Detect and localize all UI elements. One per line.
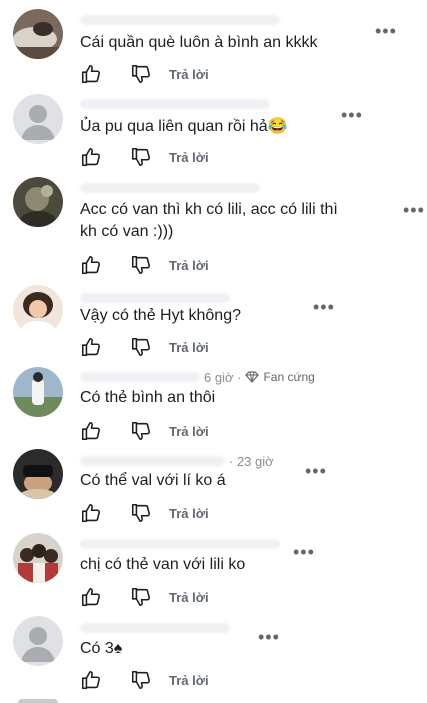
reply-button[interactable]: Trả lời (169, 67, 209, 82)
comment-meta (80, 290, 230, 306)
comment-text: Có thể val với lí ko á (80, 472, 226, 489)
avatar[interactable] (13, 9, 63, 59)
reply-button[interactable]: Trả lời (169, 590, 209, 605)
comment-actions: Trả lời (80, 669, 209, 691)
comment-meta (80, 536, 280, 552)
comment-actions: Trả lời (80, 502, 209, 524)
fan-badge: Fan cứng (245, 370, 315, 384)
more-options-icon[interactable]: ••• (258, 628, 280, 646)
avatar[interactable] (13, 94, 63, 144)
avatar[interactable] (13, 177, 63, 227)
next-comment-edge (18, 699, 58, 703)
comment-text: Có 3♠ (80, 640, 123, 657)
comment-text: Acc có van thì kh có lili, acc có lili t… (80, 201, 338, 240)
comment-actions: Trả lời (80, 254, 209, 276)
comment-text: Vậy có thẻ Hyt không? (80, 307, 241, 324)
more-options-icon[interactable]: ••• (293, 543, 315, 561)
thumbs-up-icon[interactable] (80, 669, 102, 691)
comment-actions: Trả lời (80, 336, 209, 358)
comment-meta (80, 96, 270, 112)
comment-text: chị có thẻ van với lili ko (80, 556, 246, 573)
more-options-icon[interactable]: ••• (375, 22, 397, 40)
comment-meta (80, 12, 280, 28)
thumbs-down-icon[interactable] (130, 669, 152, 691)
avatar[interactable] (13, 285, 63, 335)
thumbs-down-icon[interactable] (130, 254, 152, 276)
comment-meta: 6 giờ · Fan cứng (80, 369, 315, 385)
more-options-icon[interactable]: ••• (305, 462, 327, 480)
avatar[interactable] (13, 616, 63, 666)
more-options-icon[interactable]: ••• (403, 201, 425, 219)
thumbs-up-icon[interactable] (80, 254, 102, 276)
reply-button[interactable]: Trả lời (169, 258, 209, 273)
thumbs-up-icon[interactable] (80, 586, 102, 608)
thumbs-up-icon[interactable] (80, 420, 102, 442)
avatar[interactable] (13, 449, 63, 499)
badge-label: Fan cứng (263, 370, 315, 384)
thumbs-down-icon[interactable] (130, 420, 152, 442)
more-options-icon[interactable]: ••• (313, 298, 335, 316)
comment-text: Có thẻ bình an thôi (80, 389, 216, 406)
comment-actions: Trả lời (80, 146, 209, 168)
thumbs-down-icon[interactable] (130, 146, 152, 168)
timestamp[interactable]: 6 giờ · (204, 370, 241, 385)
avatar[interactable] (13, 367, 63, 417)
reply-button[interactable]: Trả lời (169, 506, 209, 521)
timestamp[interactable]: · 23 giờ (229, 454, 274, 469)
more-options-icon[interactable]: ••• (341, 106, 363, 124)
reply-button[interactable]: Trả lời (169, 340, 209, 355)
thumbs-up-icon[interactable] (80, 63, 102, 85)
reply-button[interactable]: Trả lời (169, 424, 209, 439)
thumbs-up-icon[interactable] (80, 146, 102, 168)
diamond-icon (245, 371, 260, 383)
comment-text: Ủa pu qua liên quan rồi hả😂 (80, 118, 288, 135)
comment-actions: Trả lời (80, 63, 209, 85)
comment-meta (80, 180, 260, 196)
comment-meta: · 23 giờ (80, 453, 274, 469)
reply-button[interactable]: Trả lời (169, 673, 209, 688)
thumbs-down-icon[interactable] (130, 502, 152, 524)
comment-text: Cái quần què luôn à bình an kkkk (80, 34, 318, 51)
thumbs-down-icon[interactable] (130, 63, 152, 85)
comment-actions: Trả lời (80, 586, 209, 608)
comment-actions: Trả lời (80, 420, 209, 442)
thumbs-down-icon[interactable] (130, 586, 152, 608)
thumbs-down-icon[interactable] (130, 336, 152, 358)
thumbs-up-icon[interactable] (80, 502, 102, 524)
avatar[interactable] (13, 533, 63, 583)
reply-button[interactable]: Trả lời (169, 150, 209, 165)
thumbs-up-icon[interactable] (80, 336, 102, 358)
comment-meta (80, 620, 230, 636)
